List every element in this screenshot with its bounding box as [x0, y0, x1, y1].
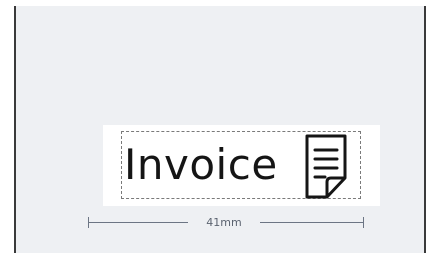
- label-text[interactable]: Invoice: [124, 136, 278, 194]
- width-label: 41mm: [206, 216, 242, 229]
- width-dimension: 41mm: [88, 214, 365, 232]
- label-preview[interactable]: Invoice: [103, 125, 380, 206]
- dimension-line-left: [89, 222, 188, 223]
- document-icon[interactable]: [301, 134, 351, 200]
- dimension-tick-right: [363, 217, 364, 228]
- dimension-line-right: [260, 222, 363, 223]
